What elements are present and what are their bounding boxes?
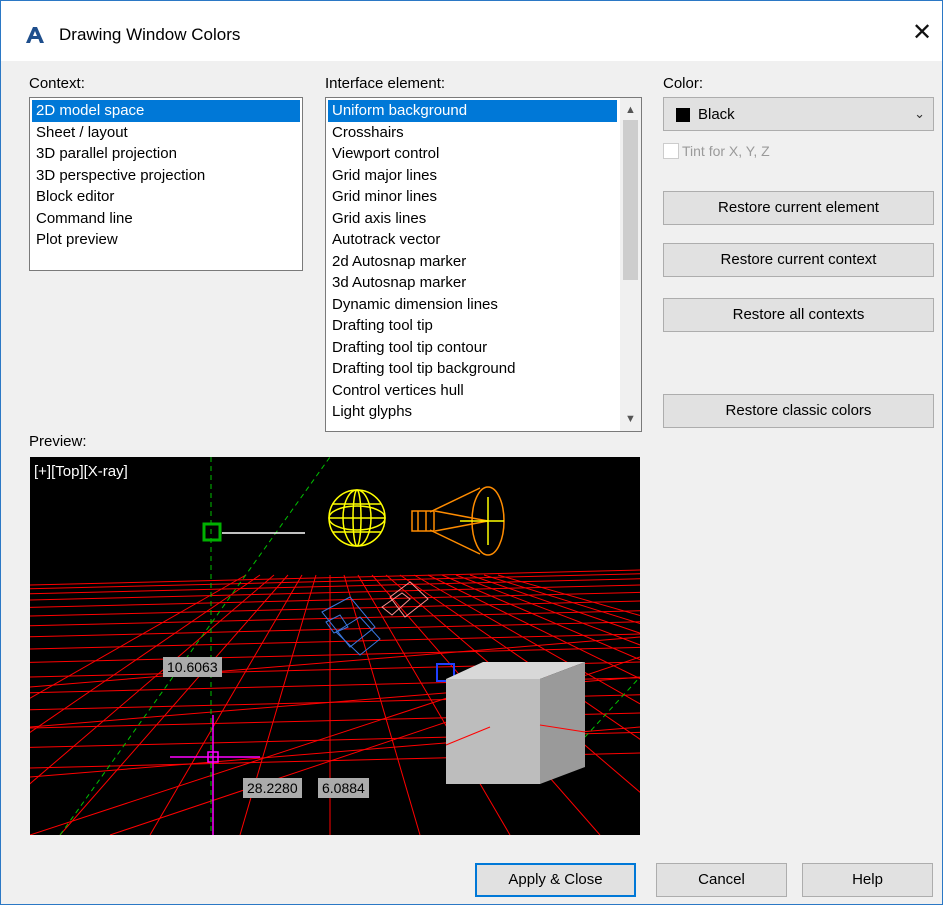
interface-element-list-item[interactable]: Autotrack vector	[328, 229, 617, 251]
close-icon: ✕	[911, 19, 933, 46]
preview-label: Preview:	[29, 433, 87, 450]
window-title: Drawing Window Colors	[59, 25, 241, 44]
interface-element-list-item[interactable]: Dynamic dimension lines	[328, 294, 617, 316]
interface-element-list-item[interactable]: Uniform background	[328, 100, 617, 122]
context-list-item[interactable]: Command line	[32, 208, 300, 230]
chevron-down-icon: ⌄	[914, 106, 925, 121]
interface-element-list-item[interactable]: 2d Autosnap marker	[328, 251, 617, 273]
scrollbar[interactable]: ▲ ▼	[620, 98, 641, 431]
interface-element-label: Interface element:	[325, 75, 446, 92]
context-list-item[interactable]: 3D perspective projection	[32, 165, 300, 187]
title-bar: Drawing Window Colors ✕	[1, 1, 942, 61]
interface-element-list-item[interactable]: Crosshairs	[328, 122, 617, 144]
dimension-tip-1: 10.6063	[163, 657, 222, 677]
apply-close-button[interactable]: Apply & Close	[475, 863, 636, 897]
tint-label: Tint for X, Y, Z	[682, 143, 770, 159]
interface-element-list-item[interactable]: Control vertices hull	[328, 380, 617, 402]
close-button[interactable]: ✕	[902, 13, 942, 53]
autocad-app-icon	[26, 27, 44, 43]
restore-current-element-button[interactable]: Restore current element	[663, 191, 934, 225]
dimension-tip-2: 28.2280	[243, 778, 302, 798]
solid-cube	[445, 662, 586, 784]
tint-checkbox[interactable]	[663, 143, 679, 159]
spotlight-glyph	[411, 486, 505, 556]
interface-element-list-item[interactable]: 3d Autosnap marker	[328, 272, 617, 294]
color-dropdown[interactable]: Black ⌄	[663, 97, 934, 131]
restore-current-context-button[interactable]: Restore current context	[663, 243, 934, 277]
scroll-down-icon[interactable]: ▼	[620, 409, 641, 429]
interface-element-list-item[interactable]: Grid major lines	[328, 165, 617, 187]
context-label: Context:	[29, 75, 85, 92]
interface-element-list-item[interactable]: Viewport control	[328, 143, 617, 165]
dialog: Drawing Window Colors ✕ Context: 2D mode…	[0, 0, 943, 905]
light-glyph	[328, 489, 386, 547]
dimension-tip-3: 6.0884	[318, 778, 369, 798]
color-swatch	[676, 108, 690, 122]
interface-element-list-item[interactable]: Drafting tool tip	[328, 315, 617, 337]
autosnap-marker-2d	[202, 522, 222, 542]
context-list-item[interactable]: Block editor	[32, 186, 300, 208]
interface-element-list-item[interactable]: Grid axis lines	[328, 208, 617, 230]
context-list-item[interactable]: 3D parallel projection	[32, 143, 300, 165]
cancel-button[interactable]: Cancel	[656, 863, 787, 897]
context-list-item[interactable]: Plot preview	[32, 229, 300, 251]
context-list-item[interactable]: Sheet / layout	[32, 122, 300, 144]
interface-element-list-item[interactable]: Light glyphs	[328, 401, 617, 423]
restore-classic-colors-button[interactable]: Restore classic colors	[663, 394, 934, 428]
interface-element-list-item[interactable]: Drafting tool tip background	[328, 358, 617, 380]
interface-element-list-item[interactable]: Grid minor lines	[328, 186, 617, 208]
viewport-control: [+][Top][X-ray]	[34, 463, 128, 480]
scroll-thumb[interactable]	[623, 120, 638, 280]
context-listbox[interactable]: 2D model space Sheet / layout 3D parallel …	[29, 97, 303, 271]
interface-element-list-item[interactable]: Drafting tool tip contour	[328, 337, 617, 359]
color-selected-value: Black	[698, 106, 735, 123]
context-list-item[interactable]: 2D model space	[32, 100, 300, 122]
color-label: Color:	[663, 75, 704, 92]
interface-element-listbox[interactable]: Uniform background Crosshairs Viewport con…	[325, 97, 642, 432]
help-button[interactable]: Help	[802, 863, 933, 897]
preview-canvas: [+][Top][X-ray] 10.6063 28.2280 6.0884	[30, 457, 640, 835]
restore-all-contexts-button[interactable]: Restore all contexts	[663, 298, 934, 332]
scroll-up-icon[interactable]: ▲	[620, 100, 641, 120]
crosshair	[170, 715, 260, 835]
